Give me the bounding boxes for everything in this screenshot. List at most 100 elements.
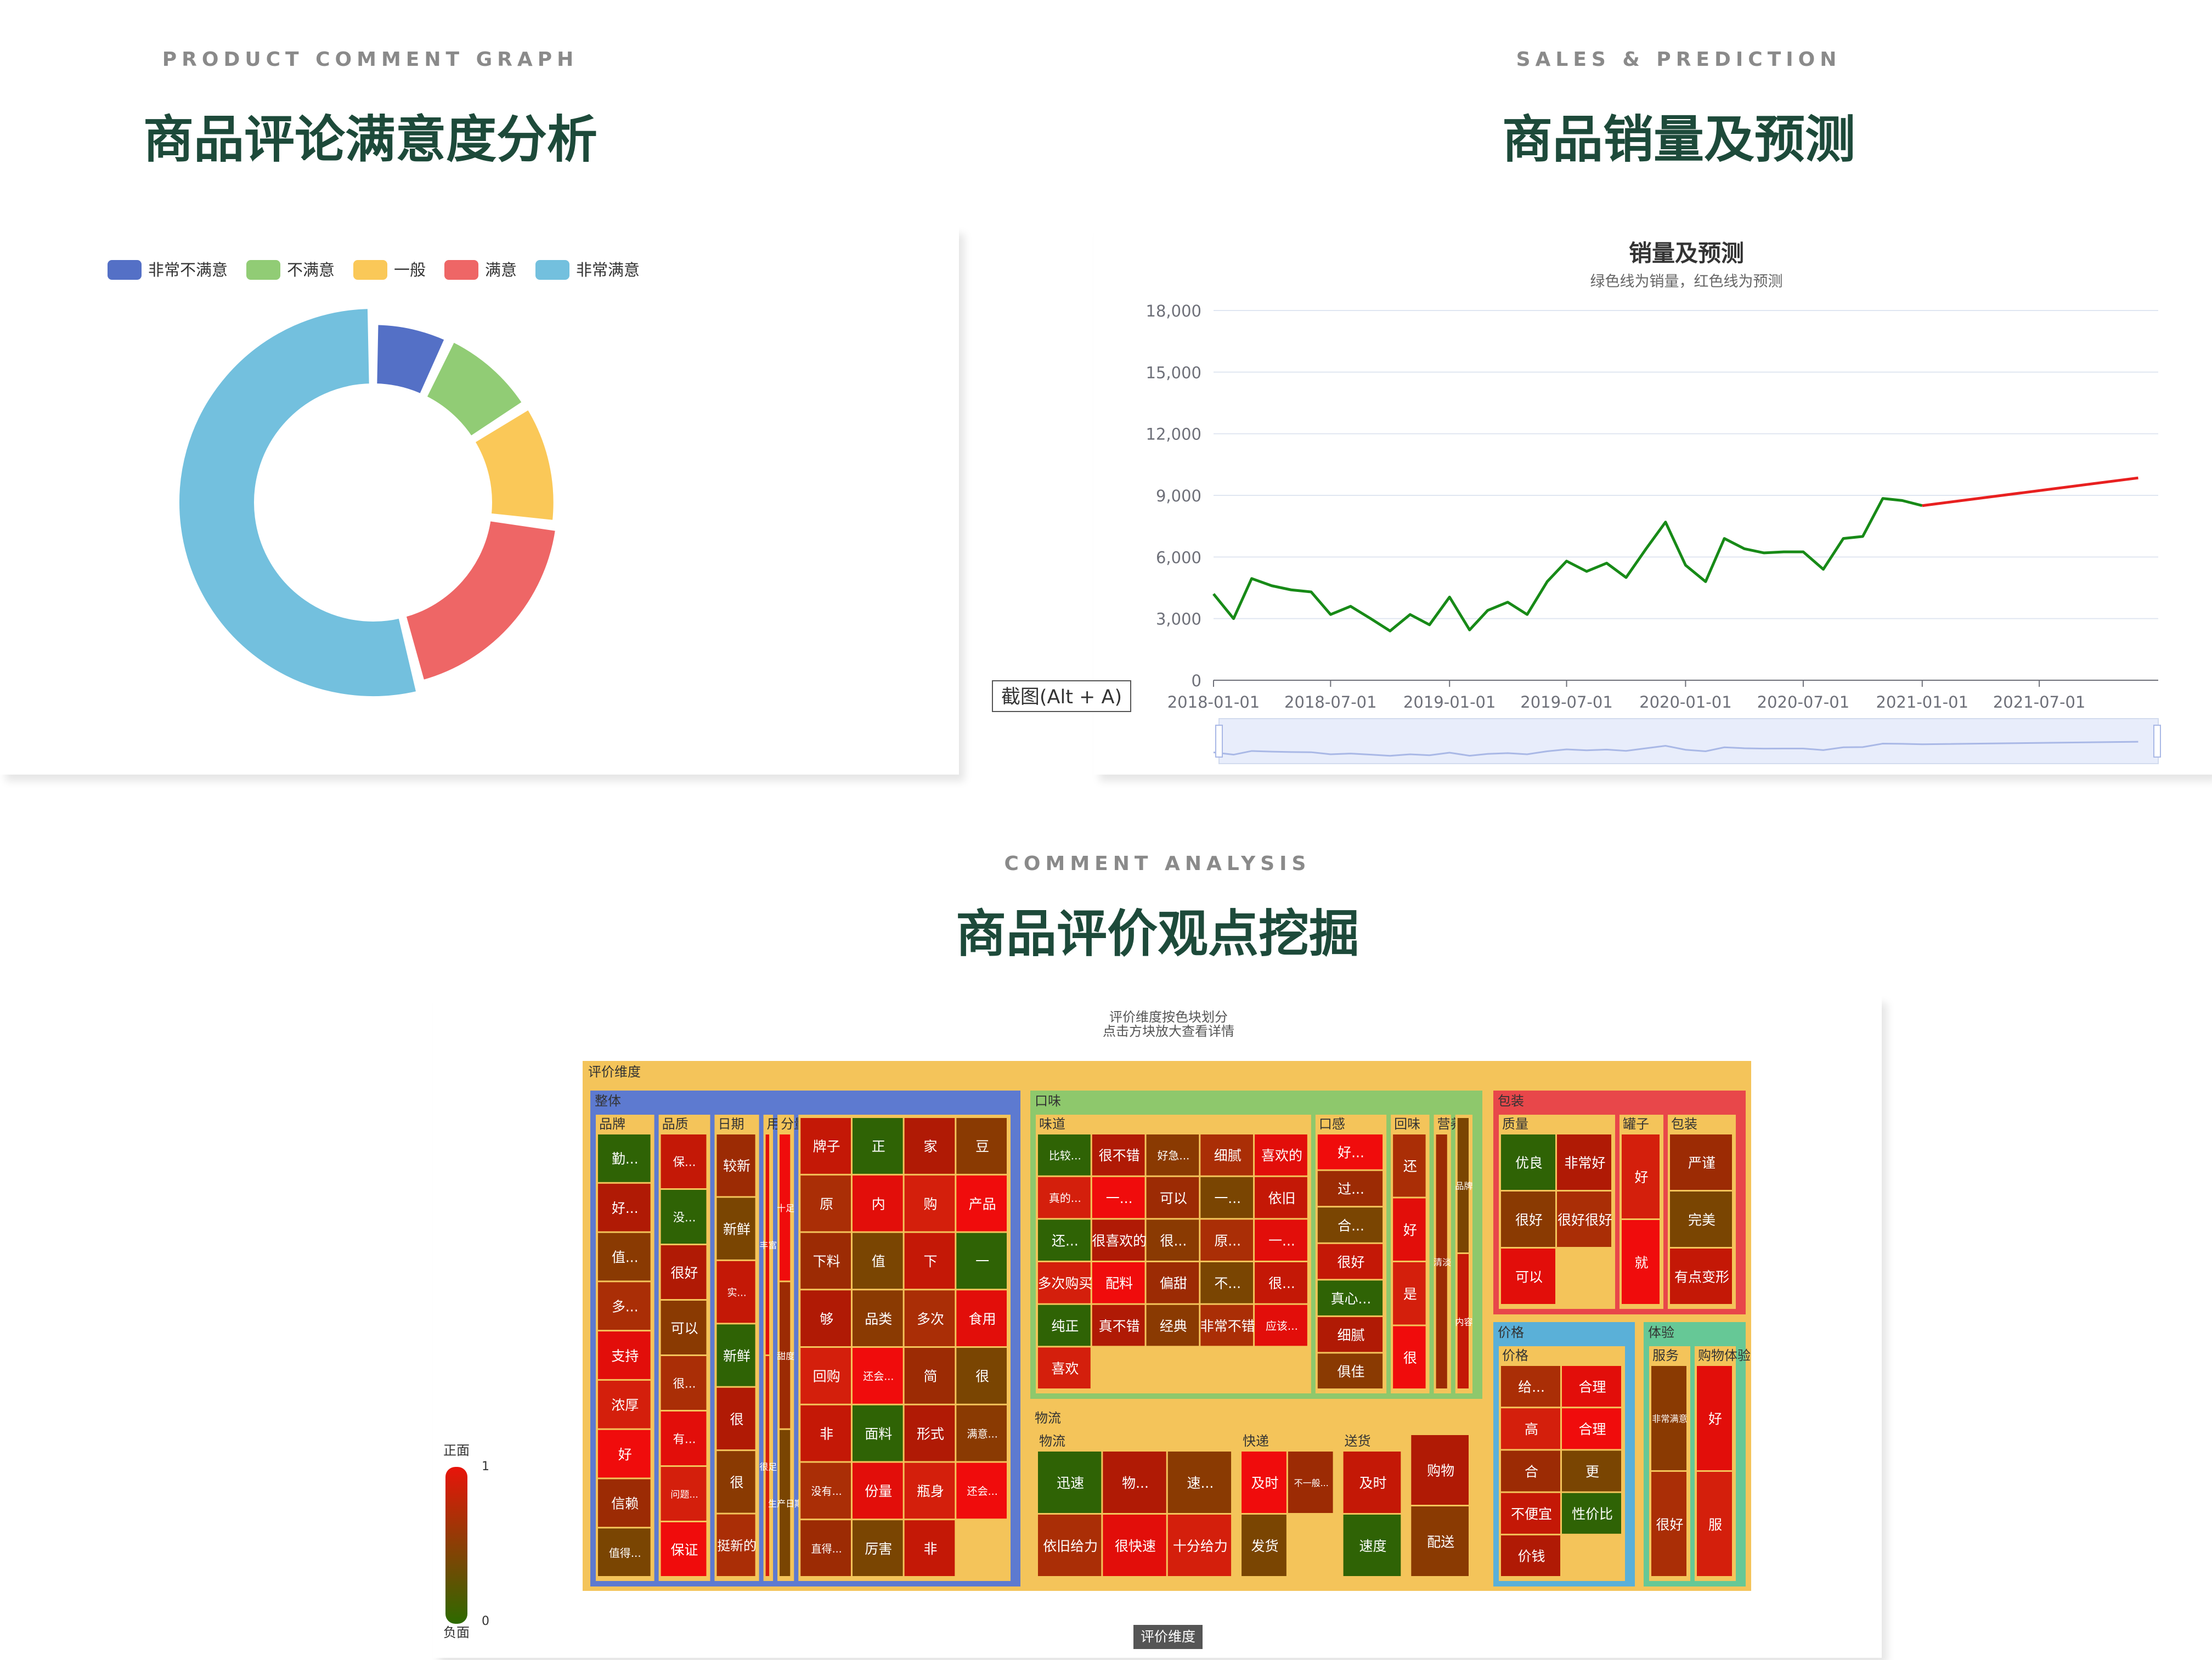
treemap-cell-label: 偏甜 <box>1160 1275 1187 1291</box>
treemap-cell-label: 很好 <box>1656 1517 1683 1533</box>
treemap-cell-label: 是 <box>1403 1286 1417 1302</box>
visualmap-bar[interactable] <box>445 1467 467 1624</box>
treemap-group-label: 口味 <box>1035 1093 1061 1109</box>
legend-label: 不满意 <box>287 261 335 279</box>
treemap-cell-label: 及时 <box>1251 1475 1278 1491</box>
treemap-cell-label: 挺新的 <box>717 1538 757 1554</box>
treemap-root-label: 评价维度 <box>588 1064 641 1080</box>
prediction-line[interactable] <box>1922 476 2138 507</box>
satisfaction-donut-chart: 非常不满意 不满意 一般 满意 非常满意 <box>108 260 640 699</box>
treemap-cell-label: 浓厚 <box>611 1397 639 1413</box>
treemap-cell-label: 依旧给力 <box>1043 1538 1098 1554</box>
treemap-cell-label: 保... <box>673 1156 696 1170</box>
treemap-cell-label: 很 <box>1403 1350 1417 1366</box>
treemap-cell-label: 服 <box>1708 1517 1722 1533</box>
treemap-cell-label: 非常不错 <box>1200 1318 1255 1334</box>
screenshot-button[interactable]: 截图(Alt + A) <box>992 680 1131 712</box>
treemap-cell-label: 合理 <box>1578 1379 1606 1395</box>
treemap-cell-label: 很好 <box>671 1265 698 1281</box>
legend-swatch <box>108 260 142 280</box>
treemap-subgroup-label: 服务 <box>1652 1348 1679 1363</box>
x-tick-label: 2020-07-01 <box>1757 693 1850 712</box>
sales-panel: 销量及预测 绿色线为销量，红色线为预测 0 3,000 6,000 9,000 12,000… <box>1094 227 2212 775</box>
treemap-cell-label: 配料 <box>1105 1275 1133 1291</box>
y-tick-label: 15,000 <box>1146 363 1201 382</box>
datazoom-handle-left[interactable] <box>1215 725 1223 758</box>
treemap-cell-label: 很... <box>673 1377 696 1391</box>
treemap-subgroup-label: 购物体验 <box>1698 1348 1751 1363</box>
treemap-cell-label: 高 <box>1525 1421 1538 1437</box>
legend-item[interactable]: 非常满意 <box>535 260 640 280</box>
y-tick-label: 12,000 <box>1146 425 1201 444</box>
treemap-subgroup-label: 品牌 <box>599 1116 625 1132</box>
treemap-cell-label: 合... <box>1338 1218 1364 1234</box>
treemap-group-label: 包装 <box>1498 1093 1524 1109</box>
treemap-cell-label: 更 <box>1585 1464 1599 1480</box>
treemap-subgroup-label: 罐子 <box>1623 1116 1649 1132</box>
treemap-cell-label: 下料 <box>813 1254 840 1269</box>
sales-line-chart: 销量及预测绿色线为销量，红色线为预测 0 3,000 6,000 9,000 12,000… <box>1146 240 2161 764</box>
treemap-cell-label: 面料 <box>865 1426 892 1442</box>
treemap-cell-label: 应该... <box>1266 1319 1298 1332</box>
legend-item[interactable]: 不满意 <box>246 260 335 280</box>
legend-item[interactable]: 非常不满意 <box>108 260 228 280</box>
treemap-cell-label: 不... <box>1214 1275 1241 1291</box>
treemap-cell-label: 生产日期 <box>768 1499 803 1509</box>
treemap-breadcrumb[interactable]: 评价维度 <box>1133 1625 1203 1649</box>
treemap-cell-label: 合 <box>1525 1464 1538 1480</box>
treemap-cell-label: 有点变形 <box>1674 1269 1729 1285</box>
treemap-cell-label: 有... <box>673 1433 696 1447</box>
treemap-cell-label: 很快速 <box>1115 1538 1156 1554</box>
treemap-group-label: 体验 <box>1648 1325 1674 1340</box>
treemap-cell-label: 牌子 <box>813 1139 840 1155</box>
treemap-cell-label: 很... <box>1160 1233 1187 1249</box>
treemap-cell-label: 满意... <box>967 1428 998 1440</box>
datazoom-handle-right[interactable] <box>2153 725 2161 758</box>
treemap-cell-label: 支持 <box>611 1348 639 1364</box>
treemap-cell-label: 没... <box>673 1211 696 1225</box>
treemap-cell-label: 还... <box>1052 1233 1079 1249</box>
chart-title: 销量及预测 <box>1629 240 1744 267</box>
legend-item[interactable]: 满意 <box>444 260 517 280</box>
treemap-cell-label: 食用 <box>969 1311 996 1327</box>
treemap-cell-label: 值... <box>612 1250 639 1266</box>
y-tick-label: 9,000 <box>1156 487 1201 505</box>
visualmap-top-label: 正面 <box>443 1443 470 1458</box>
legend-label: 非常不满意 <box>148 261 228 279</box>
treemap-cell-label: 多... <box>612 1299 639 1315</box>
treemap-cell-label: 原 <box>820 1196 833 1212</box>
treemap-group-label: 物流 <box>1035 1410 1061 1426</box>
y-tick-label: 0 <box>1192 671 1201 690</box>
treemap-cell-label: 喜欢 <box>1051 1361 1079 1377</box>
treemap-cell-label: 购 <box>923 1196 937 1212</box>
visualmap-min: 0 <box>482 1614 489 1628</box>
treemap-cell-label: 内 <box>872 1196 885 1212</box>
treemap-cell-label: 没有... <box>811 1486 842 1498</box>
treemap-cell-label: 还 <box>1403 1159 1417 1175</box>
treemap-note: 点击方块放大查看详情 <box>1103 1024 1234 1039</box>
treemap-cell-label: 真的... <box>1049 1192 1081 1205</box>
treemap-cell-label: 家 <box>923 1139 937 1155</box>
legend-item[interactable]: 一般 <box>353 260 426 280</box>
analysis-title: 商品评价观点挖掘 <box>955 905 1359 963</box>
treemap-cell-label: 较新 <box>723 1158 751 1174</box>
treemap-cell-label: 很 <box>730 1411 744 1427</box>
treemap-cell-label: 很不错 <box>1099 1148 1140 1164</box>
datazoom-slider[interactable] <box>1218 718 2159 764</box>
treemap-cell-label: 及时 <box>1359 1475 1386 1491</box>
treemap-group-label: 整体 <box>595 1093 621 1109</box>
treemap-cell-label: 好 <box>1403 1222 1417 1238</box>
donut-slice[interactable] <box>403 518 559 684</box>
treemap-cell-label: 俱佳 <box>1337 1364 1364 1380</box>
treemap-cell-label: 很好 <box>1337 1254 1364 1270</box>
treemap-cell-label: 实... <box>727 1288 747 1299</box>
treemap-cell-label: 完美 <box>1688 1212 1716 1228</box>
treemap-cell-label: 经典 <box>1160 1318 1187 1334</box>
sales-line[interactable] <box>1212 497 1923 633</box>
treemap-cell-label: 性价比 <box>1572 1506 1613 1522</box>
treemap-cell-label: 不一般... <box>1294 1478 1329 1488</box>
treemap-cell-label: 不便宜 <box>1511 1506 1552 1522</box>
visualmap-bottom-label: 负面 <box>443 1625 470 1640</box>
treemap-subgroup-label: 物流 <box>1039 1433 1065 1449</box>
treemap-cell-label: 好 <box>1708 1411 1722 1427</box>
